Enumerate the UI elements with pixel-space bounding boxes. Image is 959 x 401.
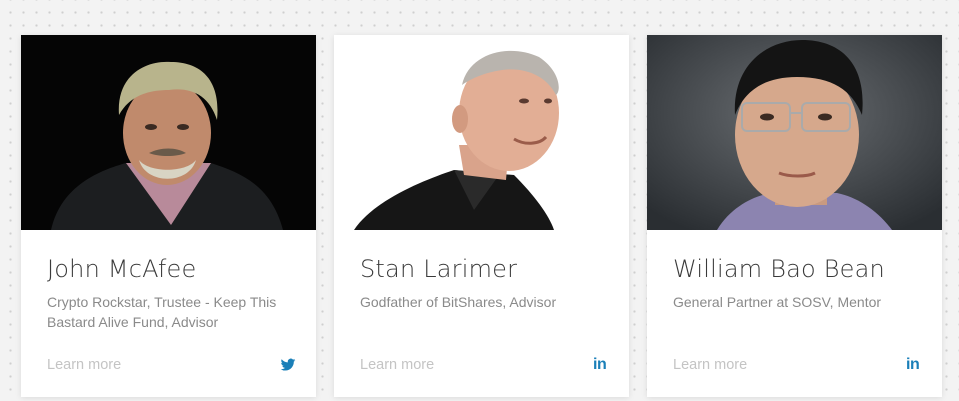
advisor-photo [647,35,942,230]
advisor-role: Crypto Rockstar, Trustee - Keep This Bas… [47,294,277,330]
advisor-cards: John McAfee Crypto Rockstar, Trustee - K… [21,35,942,397]
advisor-photo [21,35,316,230]
advisor-name: Stan Larimer [360,255,518,283]
advisor-card-stan-larimer: Stan Larimer Godfather of BitShares, Adv… [334,35,629,397]
learn-more-link[interactable]: Learn more [360,357,434,373]
advisor-card-william-bao-bean: William Bao Bean General Partner at SOSV… [647,35,942,397]
learn-more-link[interactable]: Learn more [673,357,747,373]
linkedin-icon[interactable]: in [593,357,609,373]
linkedin-icon[interactable]: in [906,357,922,373]
advisor-name: William Bao Bean [673,255,885,283]
twitter-icon[interactable] [280,357,296,373]
advisor-photo [334,35,629,230]
advisor-role: General Partner at SOSV, Mentor [673,294,882,310]
advisor-role: Godfather of BitShares, Advisor [360,294,557,310]
advisor-name: John McAfee [47,255,197,283]
learn-more-link[interactable]: Learn more [47,357,121,373]
advisor-card-john-mcafee: John McAfee Crypto Rockstar, Trustee - K… [21,35,316,397]
